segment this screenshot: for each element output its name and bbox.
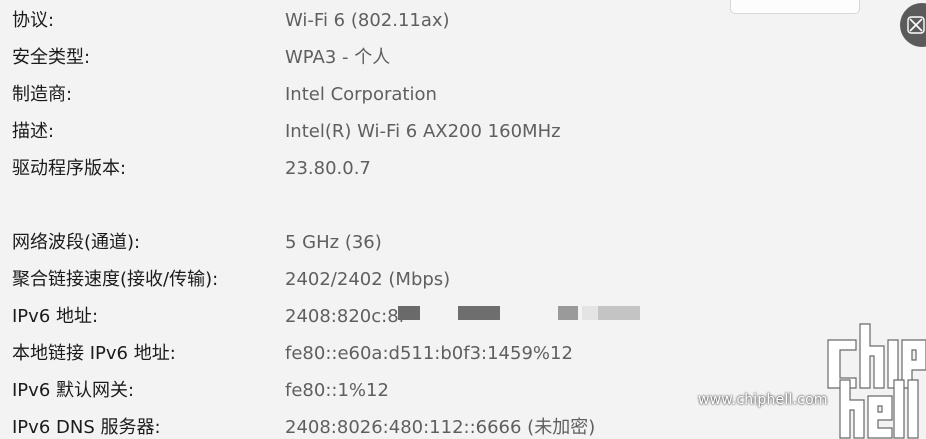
property-row-link-speed: 聚合链接速度(接收/传输): 2402/2402 (Mbps) [12, 267, 712, 293]
side-button[interactable] [900, 3, 926, 47]
redaction-mask [458, 306, 500, 320]
property-row-link-local-ipv6: 本地链接 IPv6 地址: fe80::e60a:d511:b0f3:1459%… [12, 341, 712, 367]
property-label: 驱动程序版本: [12, 158, 127, 179]
property-row-band-channel: 网络波段(通道): 5 GHz (36) [12, 230, 712, 256]
property-value[interactable]: Intel(R) Wi-Fi 6 AX200 160MHz [285, 119, 561, 145]
property-row-ipv6-dns: IPv6 DNS 服务器: 2408:8026:480:112::6666 (未… [12, 415, 712, 439]
property-label: 描述: [12, 121, 55, 142]
property-label: 协议: [12, 10, 55, 31]
property-row-protocol: 协议: Wi-Fi 6 (802.11ax) [12, 8, 712, 34]
property-row-description: 描述: Intel(R) Wi-Fi 6 AX200 160MHz [12, 119, 712, 145]
redaction-mask [558, 306, 578, 320]
copy-button[interactable]: 复制 [730, 0, 860, 14]
property-label: 聚合链接速度(接收/传输): [12, 269, 219, 290]
property-label: 安全类型: [12, 47, 91, 68]
property-row-manufacturer: 制造商: Intel Corporation [12, 82, 712, 108]
property-value[interactable]: WPA3 - 个人 [285, 45, 390, 71]
property-label: 制造商: [12, 84, 73, 105]
property-row-ipv6-gateway: IPv6 默认网关: fe80::1%12 [12, 378, 712, 404]
property-value[interactable]: 2408:820c:8f [285, 304, 405, 330]
property-value[interactable]: 23.80.0.7 [285, 156, 371, 182]
property-row-security-type: 安全类型: WPA3 - 个人 [12, 45, 712, 71]
close-expand-icon [907, 16, 925, 34]
property-value[interactable]: 5 GHz (36) [285, 230, 382, 256]
redaction-mask [398, 306, 420, 320]
property-value[interactable]: 2408:8026:480:112::6666 (未加密) [285, 415, 595, 439]
property-value[interactable]: Intel Corporation [285, 82, 437, 108]
property-label: 网络波段(通道): [12, 232, 141, 253]
property-value[interactable]: fe80::1%12 [285, 378, 389, 404]
property-value[interactable]: fe80::e60a:d511:b0f3:1459%12 [285, 341, 573, 367]
watermark-url: www.chiphell.com [698, 392, 828, 408]
property-value[interactable]: Wi-Fi 6 (802.11ax) [285, 8, 450, 34]
chiphell-logo-watermark [827, 323, 926, 439]
property-label: IPv6 地址: [12, 306, 99, 327]
property-label: IPv6 默认网关: [12, 380, 135, 401]
property-label: 本地链接 IPv6 地址: [12, 343, 176, 364]
property-label: IPv6 DNS 服务器: [12, 417, 161, 438]
redaction-mask [582, 306, 598, 320]
redaction-mask [598, 306, 640, 320]
property-value[interactable]: 2402/2402 (Mbps) [285, 267, 450, 293]
property-row-driver-version: 驱动程序版本: 23.80.0.7 [12, 156, 712, 182]
